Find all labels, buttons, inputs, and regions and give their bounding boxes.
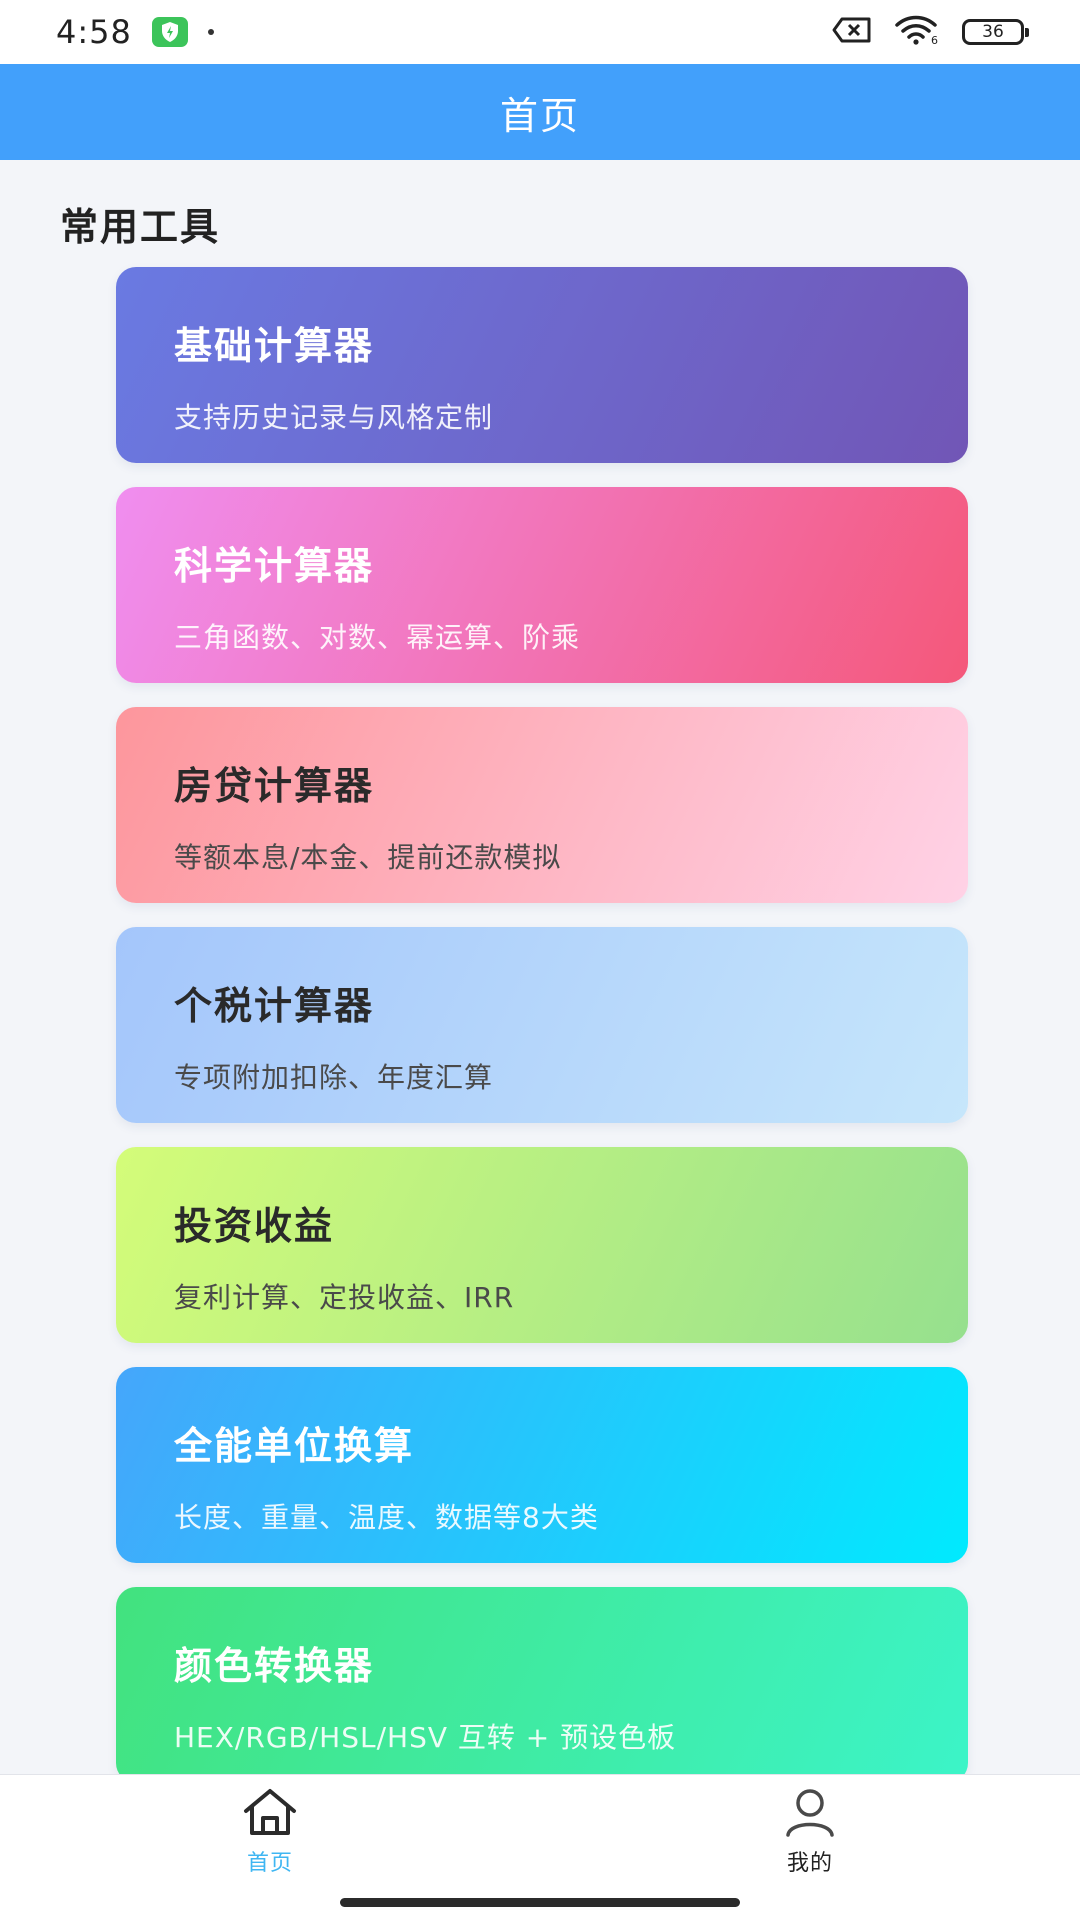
status-right: 6 36 — [832, 15, 1029, 49]
home-icon — [240, 1787, 300, 1841]
user-icon — [780, 1787, 840, 1841]
tool-card-mortgage-calculator[interactable]: 房贷计算器 等额本息/本金、提前还款模拟 — [116, 707, 968, 903]
app-header: 首页 — [0, 64, 1080, 160]
home-indicator[interactable] — [340, 1898, 740, 1907]
tool-card-color-converter[interactable]: 颜色转换器 HEX/RGB/HSL/HSV 互转 + 预设色板 — [116, 1587, 968, 1783]
shield-icon — [151, 17, 188, 47]
tool-title: 个税计算器 — [174, 984, 375, 1028]
section-title: 常用工具 — [60, 205, 221, 249]
nav-label-mine: 我的 — [786, 1851, 833, 1876]
status-bar: 4:58 6 36 — [0, 0, 1080, 64]
home-screen: 4:58 6 36 首页 常用工具 基础计算器 支持历史记录与风格定制 科学计算… — [0, 0, 1080, 1920]
tool-card-scientific-calculator[interactable]: 科学计算器 三角函数、对数、幂运算、阶乘 — [116, 487, 968, 683]
tool-desc: 支持历史记录与风格定制 — [174, 401, 494, 434]
sim-x-icon — [832, 17, 872, 47]
tool-title: 全能单位换算 — [174, 1424, 415, 1468]
nav-item-home[interactable]: 首页 — [190, 1787, 350, 1877]
page-title: 首页 — [499, 93, 580, 138]
tool-card-basic-calculator[interactable]: 基础计算器 支持历史记录与风格定制 — [116, 267, 968, 463]
tool-title: 投资收益 — [174, 1204, 335, 1248]
tool-desc: 专项附加扣除、年度汇算 — [174, 1061, 494, 1094]
tool-desc: HEX/RGB/HSL/HSV 互转 + 预设色板 — [174, 1721, 677, 1754]
wifi-icon: 6 — [894, 15, 940, 49]
nav-label-home: 首页 — [246, 1851, 293, 1876]
tool-desc: 等额本息/本金、提前还款模拟 — [174, 841, 562, 874]
battery-icon: 36 — [962, 19, 1029, 45]
svg-text:6: 6 — [931, 34, 938, 45]
tool-title: 基础计算器 — [174, 324, 375, 368]
tool-desc: 三角函数、对数、幂运算、阶乘 — [174, 621, 581, 654]
tool-card-income-tax-calculator[interactable]: 个税计算器 专项附加扣除、年度汇算 — [116, 927, 968, 1123]
tool-list: 基础计算器 支持历史记录与风格定制 科学计算器 三角函数、对数、幂运算、阶乘 房… — [116, 267, 968, 1807]
tool-card-investment-return[interactable]: 投资收益 复利计算、定投收益、IRR — [116, 1147, 968, 1343]
dot-icon — [207, 29, 214, 35]
status-time: 4:58 — [56, 13, 132, 51]
status-left: 4:58 — [56, 13, 214, 51]
tool-title: 颜色转换器 — [174, 1644, 375, 1688]
tool-desc: 复利计算、定投收益、IRR — [174, 1281, 515, 1314]
tool-desc: 长度、重量、温度、数据等8大类 — [174, 1501, 599, 1534]
tool-card-unit-converter[interactable]: 全能单位换算 长度、重量、温度、数据等8大类 — [116, 1367, 968, 1563]
tool-title: 科学计算器 — [174, 544, 375, 588]
tool-title: 房贷计算器 — [174, 764, 375, 808]
nav-item-mine[interactable]: 我的 — [730, 1787, 890, 1877]
